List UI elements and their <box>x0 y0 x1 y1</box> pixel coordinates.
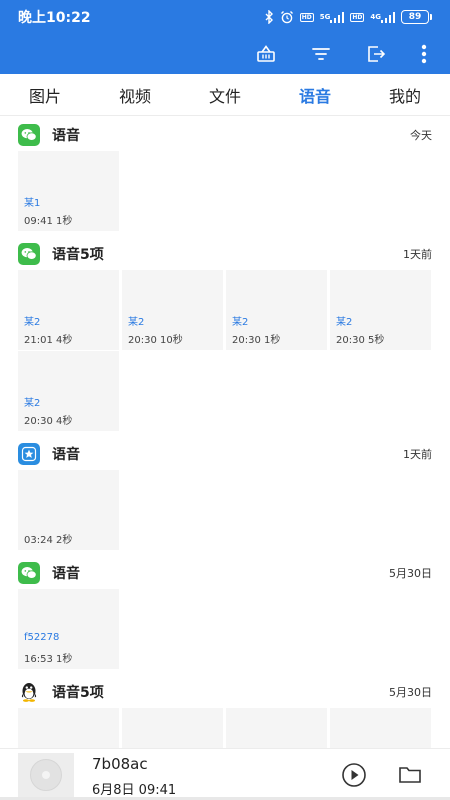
voice-card-name: 某2 <box>232 317 249 328</box>
voice-card[interactable] <box>122 708 223 748</box>
app-header: 晚上10:22 HD 5G HD 4G 89 <box>0 0 450 74</box>
group-time: 5月30日 <box>389 567 432 580</box>
voice-card-meta: 20:30 5秒 <box>336 335 385 346</box>
wechat-icon <box>18 124 40 146</box>
tab-0[interactable]: 图片 <box>0 74 90 115</box>
folder-icon <box>399 767 421 783</box>
hd-badge-2: HD <box>350 12 365 22</box>
group-header[interactable]: 语音 今天 <box>18 123 432 147</box>
qq-icon <box>18 681 40 703</box>
voice-card[interactable]: f52278 16:53 1秒 <box>18 589 119 669</box>
player-thumbnail[interactable] <box>18 753 74 797</box>
group-header[interactable]: 语音5项 1天前 <box>18 242 432 266</box>
tab-2[interactable]: 文件 <box>180 74 270 115</box>
group-title: 语音5项 <box>52 685 104 701</box>
group-title: 语音 <box>52 566 80 582</box>
voice-card[interactable]: 某2 20:30 5秒 <box>330 270 431 350</box>
filter-button[interactable] <box>307 40 335 68</box>
voice-card[interactable] <box>330 708 431 748</box>
voice-card-meta: 21:01 4秒 <box>24 335 73 346</box>
voice-card-name: f52278 <box>24 632 60 643</box>
voice-card[interactable]: 某2 21:01 4秒 <box>18 270 119 350</box>
alarm-icon <box>280 10 294 24</box>
signal-sim2-icon: 4G <box>370 11 395 23</box>
player-datetime: 6月8日 09:41 <box>92 783 177 798</box>
export-button[interactable] <box>362 40 390 68</box>
hd-badge: HD <box>299 12 314 22</box>
voice-card-name: 某2 <box>336 317 353 328</box>
voice-card-name: 某2 <box>24 317 41 328</box>
category-tabs: 图片 视频 文件 语音 我的 <box>0 74 450 116</box>
voice-card-meta: 03:24 2秒 <box>24 535 73 546</box>
group-header[interactable]: 语音 1天前 <box>18 442 432 466</box>
group-time: 今天 <box>410 129 432 142</box>
voice-card[interactable]: 某2 20:30 1秒 <box>226 270 327 350</box>
folder-button[interactable] <box>396 761 424 789</box>
group-header[interactable]: 语音5项 5月30日 <box>18 680 432 704</box>
voice-card-name: 某2 <box>24 398 41 409</box>
voice-card-meta: 20:30 10秒 <box>128 335 183 346</box>
wechat-icon <box>18 243 40 265</box>
battery-level: 89 <box>408 12 422 22</box>
voice-card-name: 某2 <box>128 317 145 328</box>
voice-card[interactable] <box>18 708 119 748</box>
voice-card[interactable]: 03:24 2秒 <box>18 470 119 550</box>
group-time: 5月30日 <box>389 686 432 699</box>
voice-card[interactable]: 某2 20:30 4秒 <box>18 351 119 431</box>
voice-card-meta: 20:30 1秒 <box>232 335 281 346</box>
player-bar: 7b08ac 6月8日 09:41 <box>0 748 450 800</box>
battery-icon: 89 <box>401 10 432 24</box>
group-time: 1天前 <box>403 448 432 461</box>
group-title: 语音 <box>52 447 80 463</box>
voice-card[interactable] <box>226 708 327 748</box>
star-app-icon <box>18 443 40 465</box>
group-title: 语音5项 <box>52 247 104 263</box>
wechat-icon <box>18 562 40 584</box>
bluetooth-icon <box>264 10 274 24</box>
filter-icon <box>312 48 330 60</box>
voice-card[interactable]: 某2 20:30 10秒 <box>122 270 223 350</box>
signal-sim1-icon: 5G <box>320 11 345 23</box>
tab-3[interactable]: 语音 <box>270 74 360 115</box>
play-icon <box>342 763 366 787</box>
tab-4[interactable]: 我的 <box>360 74 450 115</box>
group-header[interactable]: 语音 5月30日 <box>18 561 432 585</box>
toolbar <box>0 34 450 74</box>
voice-list: 语音 今天 某1 09:41 1秒 语音5项 1天前 某2 21:01 4秒 某2 20:30 1… <box>0 117 450 748</box>
group-time: 1天前 <box>403 248 432 261</box>
status-icons: HD 5G HD 4G 89 <box>264 10 432 24</box>
basket-icon <box>257 45 275 62</box>
status-bar: 晚上10:22 HD 5G HD 4G 89 <box>0 0 450 34</box>
voice-card-meta: 20:30 4秒 <box>24 416 73 427</box>
voice-card-name: 某1 <box>24 198 41 209</box>
more-vert-icon <box>421 44 427 64</box>
export-icon <box>368 46 386 62</box>
play-button[interactable] <box>340 761 368 789</box>
status-time: 晚上10:22 <box>18 10 91 26</box>
tab-1[interactable]: 视频 <box>90 74 180 115</box>
group-title: 语音 <box>52 128 80 144</box>
voice-card-meta: 09:41 1秒 <box>24 216 73 227</box>
more-button[interactable] <box>410 40 438 68</box>
player-title: 7b08ac <box>92 755 148 773</box>
basket-button[interactable] <box>252 40 280 68</box>
disc-icon <box>30 759 62 791</box>
voice-card[interactable]: 某1 09:41 1秒 <box>18 151 119 231</box>
voice-card-meta: 16:53 1秒 <box>24 654 73 665</box>
